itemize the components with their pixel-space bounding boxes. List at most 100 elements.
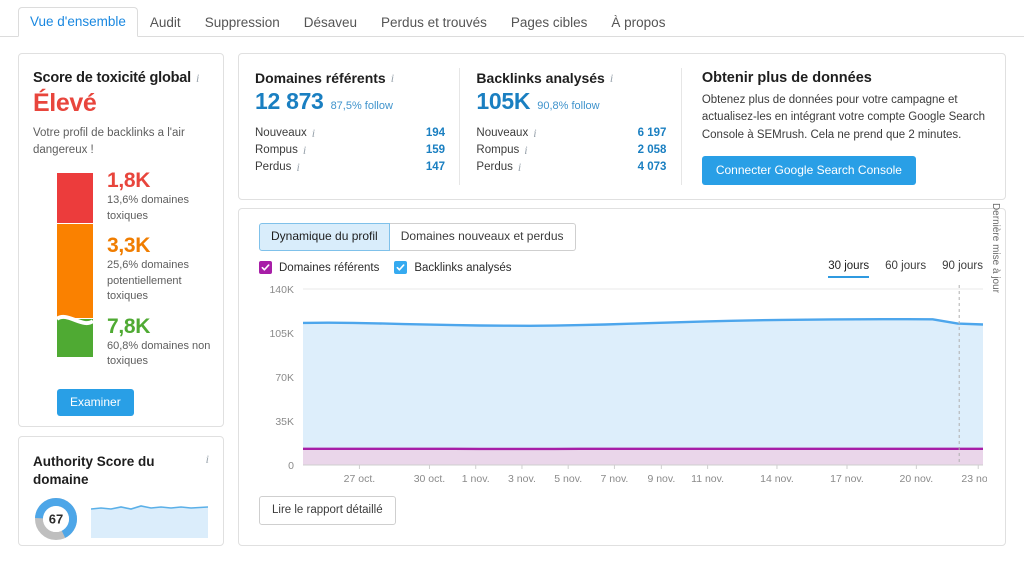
x-axis-tick-label: 11 nov. xyxy=(691,473,724,485)
x-axis-tick-label: 9 nov. xyxy=(647,473,675,485)
authority-score-gauge: 67 xyxy=(33,496,79,542)
table-row: Rompusi 2 058 xyxy=(476,141,666,158)
bar-segment-toxic xyxy=(57,173,93,223)
row-label: Perdus xyxy=(255,161,291,173)
tab-suppression[interactable]: Suppression xyxy=(193,8,292,38)
info-icon[interactable]: i xyxy=(296,161,299,173)
toxicity-breakdown: 1,8K 13,6% domaines toxiques 3,3K 25,6% … xyxy=(19,173,223,353)
info-icon[interactable]: i xyxy=(206,453,209,465)
promo-title: Obtenir plus de données xyxy=(702,70,1005,86)
table-row: Nouveauxi 194 xyxy=(255,124,445,141)
backlinks-title: Backlinks analysés xyxy=(476,70,604,86)
y-axis-tick-label: 0 xyxy=(288,460,294,472)
checkbox-checked-icon[interactable] xyxy=(394,261,407,274)
table-row: Rompusi 159 xyxy=(255,141,445,158)
row-label: Perdus xyxy=(476,161,512,173)
backlinks-list: Nouveauxi 6 197 Rompusi 2 058 Perdusi 4 … xyxy=(476,124,666,175)
referring-domains-list: Nouveauxi 194 Rompusi 159 Perdusi 147 xyxy=(255,124,445,175)
stat-value: 7,8K xyxy=(107,315,225,339)
toxicity-score-card: Score de toxicité global i Élevé Votre p… xyxy=(18,53,224,427)
tab-pages-cibles[interactable]: Pages cibles xyxy=(499,8,600,38)
toxicity-subtitle: Votre profil de backlinks a l'air danger… xyxy=(33,125,198,158)
checkbox-checked-icon[interactable] xyxy=(259,261,272,274)
toxicity-level: Élevé xyxy=(33,89,223,118)
info-icon[interactable]: i xyxy=(524,144,527,156)
referring-domains-header: Domaines référents i xyxy=(255,70,460,86)
toxicity-title: Score de toxicité global xyxy=(33,70,191,86)
referring-domains-total-row: 12 873 87,5% follow xyxy=(255,88,460,115)
y-axis-tick-label: 70K xyxy=(275,372,294,384)
row-label: Nouveaux xyxy=(476,127,528,139)
backlinks-header: Backlinks analysés i xyxy=(476,70,681,86)
toxicity-stacked-bar xyxy=(57,173,93,349)
metrics-summary-card: Domaines référents i 12 873 87,5% follow… xyxy=(238,53,1006,200)
x-axis-tick-label: 23 nov. xyxy=(961,473,987,485)
x-axis-tick-label: 14 nov. xyxy=(760,473,794,485)
legend-item-backlinks-analyses[interactable]: Backlinks analysés xyxy=(394,261,511,274)
chart-tab-domaines-nouveaux-et-perdus[interactable]: Domaines nouveaux et perdus xyxy=(390,223,576,251)
toxicity-stats-list: 1,8K 13,6% domaines toxiques 3,3K 25,6% … xyxy=(107,169,225,375)
promo-block: Obtenir plus de données Obtenez plus de … xyxy=(682,54,1005,199)
info-icon[interactable]: i xyxy=(533,127,536,139)
row-label: Rompus xyxy=(476,144,519,156)
row-value: 147 xyxy=(426,161,445,173)
info-icon[interactable]: i xyxy=(303,144,306,156)
read-detailed-report-button[interactable]: Lire le rapport détaillé xyxy=(259,496,396,525)
table-row: Nouveaux i 6 197 xyxy=(476,124,666,141)
stat-value: 1,8K xyxy=(107,169,225,193)
tab-perdus-et-trouves[interactable]: Perdus et trouvés xyxy=(369,8,499,38)
x-axis-tick-label: 1 nov. xyxy=(462,473,490,485)
tab-a-propos[interactable]: À propos xyxy=(599,8,677,38)
stat-label: 60,8% domaines non toxiques xyxy=(107,339,225,370)
backlinks-total: 105K xyxy=(476,88,530,115)
tab-vue-densemble[interactable]: Vue d'ensemble xyxy=(18,7,138,38)
authority-sparkline xyxy=(91,500,208,538)
toxicity-stat-potentially-toxic: 3,3K 25,6% domaines potentiellement toxi… xyxy=(107,234,225,304)
info-icon[interactable]: i xyxy=(196,72,199,84)
authority-content: 67 xyxy=(33,496,223,542)
stat-label: 13,6% domaines toxiques xyxy=(107,193,225,224)
referring-domains-follow: 87,5% follow xyxy=(331,100,393,112)
authority-score-value: 67 xyxy=(49,512,63,527)
info-icon[interactable]: i xyxy=(312,127,315,139)
row-value: 6 197 xyxy=(638,127,667,139)
row-value: 4 073 xyxy=(638,161,667,173)
y-axis-tick-label: 140K xyxy=(269,284,294,296)
legend-label: Domaines référents xyxy=(279,262,379,274)
authority-score-card: Authority Score du domaine i 67 xyxy=(18,436,224,546)
x-axis-tick-label: 27 oct. xyxy=(344,473,376,485)
period-30-jours[interactable]: 30 jours xyxy=(828,260,869,278)
row-label: Rompus xyxy=(255,144,298,156)
backlinks-follow: 90,8% follow xyxy=(537,100,599,112)
period-90-jours[interactable]: 90 jours xyxy=(942,260,983,278)
toxicity-header: Score de toxicité global i xyxy=(33,70,223,86)
bar-break-squiggle-icon xyxy=(53,311,97,357)
chart-tab-dynamique-du-profil[interactable]: Dynamique du profil xyxy=(259,223,390,251)
x-axis-tick-label: 30 oct. xyxy=(414,473,446,485)
toxicity-stat-toxic: 1,8K 13,6% domaines toxiques xyxy=(107,169,225,224)
chart-legend: Domaines référents Backlinks analysés xyxy=(259,261,512,274)
referring-domains-block: Domaines référents i 12 873 87,5% follow… xyxy=(239,54,460,199)
examiner-button[interactable]: Examiner xyxy=(57,389,134,416)
main-tabbar: Vue d'ensemble Audit Suppression Désaveu… xyxy=(0,0,1024,37)
tab-audit[interactable]: Audit xyxy=(138,8,193,38)
row-value: 194 xyxy=(426,127,445,139)
x-axis-tick-label: 7 nov. xyxy=(601,473,629,485)
referring-domains-total: 12 873 xyxy=(255,88,324,115)
tab-desaveu[interactable]: Désaveu xyxy=(292,8,369,38)
backlinks-total-row: 105K 90,8% follow xyxy=(476,88,681,115)
profile-dynamics-chart: 035K70K105K140K27 oct.30 oct.1 nov.3 nov… xyxy=(259,281,987,493)
info-icon[interactable]: i xyxy=(391,72,394,84)
backlinks-area xyxy=(303,319,983,465)
legend-label: Backlinks analysés xyxy=(414,262,511,274)
period-60-jours[interactable]: 60 jours xyxy=(885,260,926,278)
legend-item-domaines-referents[interactable]: Domaines référents xyxy=(259,261,379,274)
stat-value: 3,3K xyxy=(107,234,225,258)
table-row: Perdusi 147 xyxy=(255,158,445,175)
y-axis-tick-label: 105K xyxy=(269,328,294,340)
toxicity-stat-non-toxic: 7,8K 60,8% domaines non toxiques xyxy=(107,315,225,370)
info-icon[interactable]: i xyxy=(610,72,613,84)
x-axis-tick-label: 20 nov. xyxy=(900,473,934,485)
info-icon[interactable]: i xyxy=(518,161,521,173)
connect-google-search-console-button[interactable]: Connecter Google Search Console xyxy=(702,156,916,185)
